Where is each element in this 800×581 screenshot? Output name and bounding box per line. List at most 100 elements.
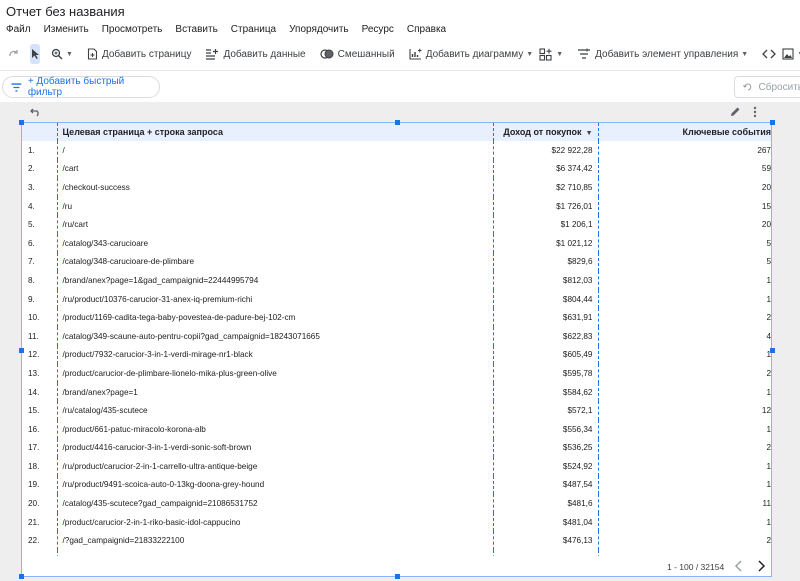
cell-page: /product/carucior-de-plimbare-lionelo-mi…: [56, 364, 493, 383]
table-row[interactable]: 8. /brand/anex?page=1&gad_campaignid=2244…: [22, 271, 771, 290]
reset-button[interactable]: Сбросить: [734, 76, 800, 98]
table-row[interactable]: 2. /cart $6 374,42 59: [22, 159, 771, 179]
menu-resource[interactable]: Ресурс: [356, 22, 401, 40]
row-index: 12.: [28, 350, 40, 360]
add-chart-button[interactable]: Добавить диаграмму ▼: [406, 44, 537, 64]
table-row[interactable]: 11. /catalog/349-scaune-auto-pentru-copii…: [22, 326, 771, 346]
menu-bar: Файл Изменить Просмотреть Вставить Стран…: [0, 22, 800, 40]
cell-page: /ru/catalog/435-scutece: [56, 401, 493, 420]
row-index: 20.: [28, 499, 40, 509]
add-chart-label: Добавить диаграмму: [425, 48, 524, 60]
table-row[interactable]: 13. /product/carucior-de-plimbare-lionelo…: [22, 364, 771, 383]
prev-page-icon[interactable]: [734, 560, 744, 572]
next-page-icon[interactable]: [756, 560, 766, 572]
cell-events: 1: [597, 457, 771, 476]
table-row[interactable]: 7. /catalog/348-carucioare-de-plimbare $82…: [22, 252, 771, 272]
row-index: 13.: [28, 368, 40, 378]
cell-page: /: [56, 141, 493, 160]
add-data-button[interactable]: Добавить данные: [202, 44, 308, 64]
cell-revenue: $804,44: [492, 289, 598, 309]
add-control-button[interactable]: Добавить элемент управления ▼: [574, 44, 751, 64]
cell-revenue: $2 710,85: [492, 178, 598, 197]
redo-icon: [9, 50, 18, 57]
document-title[interactable]: Отчет без названия: [6, 4, 125, 19]
embed-code-button[interactable]: [759, 44, 779, 64]
image-button[interactable]: ▼: [779, 44, 800, 64]
chevron-down-icon: ▼: [556, 50, 564, 58]
menu-page[interactable]: Страница: [225, 22, 283, 40]
resize-handle-bottom-center[interactable]: [395, 574, 400, 579]
more-vert-icon[interactable]: [752, 106, 758, 118]
table-row[interactable]: 15. /ru/catalog/435-scutece $572,1 12: [22, 401, 771, 420]
filter-bar: + Добавить быстрый фильтр Сбросить: [0, 70, 800, 102]
undo-icon[interactable]: [30, 107, 42, 117]
menu-insert[interactable]: Вставить: [169, 22, 224, 40]
table-row[interactable]: 21. /product/carucior-2-in-1-riko-basic-i…: [22, 512, 771, 532]
cell-page: /checkout-success: [56, 178, 493, 197]
menu-view[interactable]: Просмотреть: [96, 22, 170, 40]
report-canvas: Целевая страница + строка запроса Доход …: [0, 102, 800, 581]
row-index: 17.: [28, 443, 40, 453]
cell-revenue: $622,83: [492, 326, 598, 346]
add-data-label: Добавить данные: [223, 48, 306, 60]
table-row[interactable]: 5. /ru/cart $1 206,1 20: [22, 215, 771, 234]
resize-handle-top-left[interactable]: [19, 120, 24, 125]
table-chart[interactable]: Целевая страница + строка запроса Доход …: [21, 122, 772, 577]
menu-help[interactable]: Справка: [401, 22, 453, 40]
table-row[interactable]: 3. /checkout-success $2 710,85 20: [22, 178, 771, 197]
resize-handle-top-center[interactable]: [395, 120, 400, 125]
table-row[interactable]: 4. /ru $1 726,01 15: [22, 196, 771, 216]
title-bar: Отчет без названия: [0, 0, 800, 22]
blended-button[interactable]: Смешанный: [317, 44, 398, 64]
zoom-button[interactable]: ▼: [48, 44, 76, 64]
image-icon: [782, 48, 794, 60]
table-row[interactable]: 17. /product/4416-carucior-3-in-1-verdi-s…: [22, 438, 771, 458]
table-row[interactable]: 12. /product/7932-carucior-3-in-1-verdi-m…: [22, 345, 771, 365]
table-row[interactable]: 14. /brand/anex?page=1 $584,62 1: [22, 382, 771, 402]
redo-button[interactable]: [4, 44, 22, 64]
table-row[interactable]: 19. /ru/product/9491-scoica-auto-0-13kg-d…: [22, 475, 771, 495]
chevron-down-icon: ▼: [66, 50, 73, 58]
zoom-icon: [51, 48, 63, 60]
row-index: 18.: [28, 461, 40, 471]
resize-handle-bottom-left[interactable]: [19, 574, 24, 579]
menu-edit[interactable]: Изменить: [38, 22, 96, 40]
menu-file[interactable]: Файл: [0, 22, 38, 40]
cell-revenue: $6 374,42: [492, 159, 598, 179]
components-button[interactable]: ▼: [536, 44, 566, 64]
data-table: Целевая страница + строка запроса Доход …: [22, 123, 771, 569]
add-chart-icon: [409, 48, 422, 60]
table-row[interactable]: 22. /?gad_campaignid=21833222100 $476,13 2: [22, 531, 771, 551]
table-row[interactable]: 18. /ru/product/carucior-2-in-1-carrello-…: [22, 457, 771, 476]
add-quick-filter-button[interactable]: + Добавить быстрый фильтр: [2, 76, 160, 98]
row-index: 8.: [28, 275, 35, 285]
header-revenue[interactable]: Доход от покупок ▼: [492, 123, 598, 141]
row-index: 10.: [28, 313, 40, 323]
cell-revenue: $1 206,1: [492, 215, 598, 234]
table-row[interactable]: 6. /catalog/343-carucioare $1 021,12 5: [22, 233, 771, 253]
cell-revenue: $524,92: [492, 457, 598, 476]
sort-desc-icon: ▼: [585, 130, 593, 137]
table-row[interactable]: 10. /product/1169-cadita-tega-baby-povest…: [22, 308, 771, 327]
table-row[interactable]: 9. /ru/product/10376-carucior-31-anex-iq-…: [22, 289, 771, 309]
table-row[interactable]: 20. /catalog/435-scutece?gad_campaignid=2…: [22, 494, 771, 513]
menu-arrange[interactable]: Упорядочить: [283, 22, 356, 40]
edit-icon[interactable]: [729, 106, 741, 118]
cell-page: /product/4416-carucior-3-in-1-verdi-soni…: [56, 438, 493, 458]
resize-handle-top-right[interactable]: [770, 120, 775, 125]
table-row[interactable]: 1. / $22 922,28 267: [22, 141, 771, 160]
cell-revenue: $481,04: [492, 512, 598, 532]
row-index: 7.: [28, 257, 35, 267]
resize-handle-middle-left[interactable]: [19, 348, 24, 353]
header-page[interactable]: Целевая страница + строка запроса: [56, 123, 493, 141]
table-row[interactable]: 16. /product/661-patuc-miracolo-korona-al…: [22, 419, 771, 439]
page-range: 1 - 100 / 32154: [667, 562, 725, 572]
header-events[interactable]: Ключевые события: [597, 123, 771, 141]
resize-handle-middle-right[interactable]: [770, 348, 775, 353]
filter-icon: [11, 82, 22, 92]
add-page-icon: [87, 48, 97, 60]
select-tool-button[interactable]: [30, 44, 40, 64]
add-page-button[interactable]: Добавить страницу: [84, 44, 195, 64]
row-index: 15.: [28, 406, 40, 416]
blended-label: Смешанный: [337, 48, 395, 60]
